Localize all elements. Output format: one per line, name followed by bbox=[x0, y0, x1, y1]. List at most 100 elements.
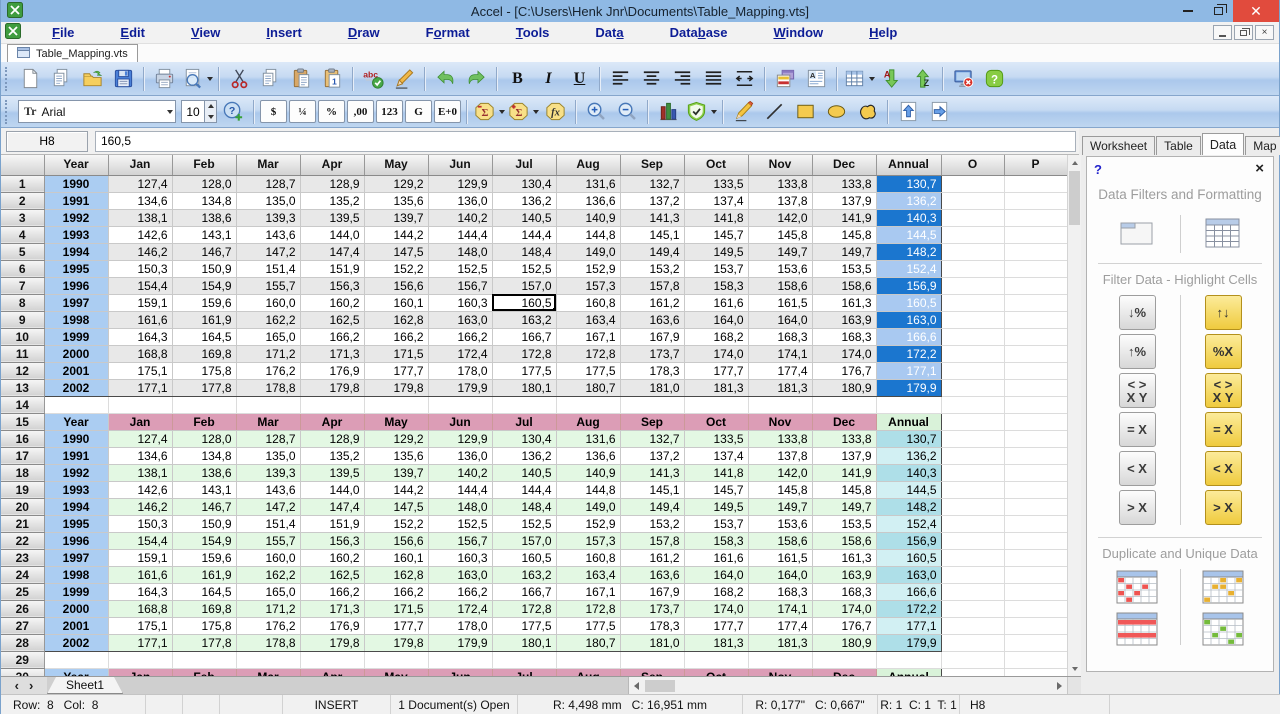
grid-cell[interactable]: 177,7 bbox=[684, 617, 748, 634]
highlight-percent-button[interactable]: %X bbox=[1205, 334, 1242, 369]
cell-format-button[interactable]: A bbox=[802, 65, 831, 92]
grid-cell[interactable]: 127,4 bbox=[108, 430, 172, 447]
grid-cell[interactable] bbox=[748, 651, 812, 668]
grid-cell[interactable]: 161,5 bbox=[748, 549, 812, 566]
grid-cell[interactable]: 180,7 bbox=[556, 634, 620, 651]
grid-cell[interactable]: 166,2 bbox=[428, 583, 492, 600]
grid-cell[interactable]: 174,0 bbox=[812, 345, 876, 362]
format-painter-button[interactable] bbox=[390, 65, 419, 92]
grid-cell[interactable]: 179,8 bbox=[300, 379, 364, 396]
grid-cell[interactable]: 153,2 bbox=[620, 260, 684, 277]
grid-cell[interactable] bbox=[1004, 549, 1067, 566]
print-button[interactable] bbox=[150, 65, 179, 92]
restore-button[interactable] bbox=[1203, 0, 1233, 22]
grid-cell[interactable]: 144,5 bbox=[876, 226, 941, 243]
grid-cell[interactable]: 144,2 bbox=[364, 481, 428, 498]
grid-cell[interactable]: 149,4 bbox=[620, 243, 684, 260]
grid-cell[interactable] bbox=[236, 651, 300, 668]
grid-cell[interactable]: 156,7 bbox=[428, 277, 492, 294]
panel-tab-table[interactable]: Table bbox=[1156, 136, 1201, 155]
grid-cell[interactable]: 168,3 bbox=[812, 583, 876, 600]
grid-cell[interactable]: 137,9 bbox=[812, 192, 876, 209]
grid-cell[interactable]: 143,6 bbox=[236, 226, 300, 243]
grid-cell[interactable]: 164,0 bbox=[748, 311, 812, 328]
grid-cell[interactable]: 150,3 bbox=[108, 515, 172, 532]
panel-tab-data[interactable]: Data bbox=[1202, 133, 1244, 155]
align-center-button[interactable] bbox=[637, 65, 666, 92]
horizontal-scrollbar[interactable] bbox=[628, 677, 1067, 694]
grid-cell[interactable]: 140,3 bbox=[876, 464, 941, 481]
column-header[interactable]: Aug bbox=[556, 155, 620, 175]
grid-cell[interactable]: 161,9 bbox=[172, 311, 236, 328]
grid-cell[interactable]: 167,9 bbox=[620, 583, 684, 600]
grid-cell[interactable]: 149,5 bbox=[684, 498, 748, 515]
grid-cell[interactable] bbox=[684, 651, 748, 668]
grid-cell[interactable]: 158,3 bbox=[684, 532, 748, 549]
grid-cell[interactable]: 158,3 bbox=[684, 277, 748, 294]
grid-cell[interactable]: 134,8 bbox=[172, 447, 236, 464]
grid-cell[interactable]: 144,4 bbox=[492, 481, 556, 498]
grid-cell[interactable]: 164,3 bbox=[108, 328, 172, 345]
grid-cell[interactable]: 177,4 bbox=[748, 362, 812, 379]
grid-cell[interactable]: 2002 bbox=[44, 634, 108, 651]
undo-button[interactable] bbox=[431, 65, 460, 92]
grid-cell[interactable]: 178,3 bbox=[620, 617, 684, 634]
grid-cell[interactable]: 137,4 bbox=[684, 447, 748, 464]
grid-cell[interactable]: 142,6 bbox=[108, 481, 172, 498]
grid-cell[interactable]: 181,3 bbox=[748, 634, 812, 651]
grid-cell[interactable]: 136,6 bbox=[556, 192, 620, 209]
grid-cell[interactable]: 142,0 bbox=[748, 209, 812, 226]
cell-name-box[interactable]: H8 bbox=[6, 131, 88, 152]
grid-cell[interactable]: 130,7 bbox=[876, 175, 941, 192]
paste-button[interactable] bbox=[287, 65, 316, 92]
panel-close-button[interactable]: × bbox=[1255, 160, 1264, 177]
grid-cell[interactable] bbox=[941, 175, 1004, 192]
grid-cell[interactable] bbox=[941, 379, 1004, 396]
grid-cell[interactable] bbox=[941, 566, 1004, 583]
grid-cell[interactable]: 1999 bbox=[44, 583, 108, 600]
grid-cell[interactable]: 154,9 bbox=[172, 532, 236, 549]
column-header[interactable]: May bbox=[364, 155, 428, 175]
grid-cell[interactable]: 168,2 bbox=[684, 583, 748, 600]
grid-cell[interactable] bbox=[941, 430, 1004, 447]
vertical-scrollbar[interactable] bbox=[1067, 155, 1081, 676]
grid-cell[interactable]: 163,2 bbox=[492, 566, 556, 583]
grid-cell[interactable]: 179,8 bbox=[364, 634, 428, 651]
grid-cell[interactable]: 168,8 bbox=[108, 600, 172, 617]
grid-cell[interactable]: 166,7 bbox=[492, 583, 556, 600]
grid-cell[interactable]: 133,8 bbox=[748, 175, 812, 192]
grid-cell[interactable]: 158,6 bbox=[812, 277, 876, 294]
grid-cell[interactable]: 1997 bbox=[44, 549, 108, 566]
grid-cell[interactable] bbox=[1004, 651, 1067, 668]
grid-cell[interactable]: 157,3 bbox=[556, 277, 620, 294]
grid-cell[interactable]: 174,0 bbox=[812, 600, 876, 617]
grid-cell[interactable]: 2002 bbox=[44, 379, 108, 396]
grid-cell[interactable]: 133,8 bbox=[812, 175, 876, 192]
grid-cell[interactable] bbox=[428, 396, 492, 413]
format-table-button[interactable] bbox=[1199, 215, 1247, 253]
grid-cell[interactable]: 144,4 bbox=[428, 226, 492, 243]
grid-cell[interactable]: 141,3 bbox=[620, 464, 684, 481]
toolbar-grip[interactable] bbox=[5, 67, 11, 91]
save-button[interactable] bbox=[109, 65, 138, 92]
highlight-between-button[interactable]: < > X Y bbox=[1205, 373, 1242, 408]
grid-cell[interactable]: 157,0 bbox=[492, 532, 556, 549]
grid-cell[interactable]: 135,2 bbox=[300, 447, 364, 464]
grid-cell[interactable] bbox=[941, 294, 1004, 311]
grid-cell[interactable]: 1999 bbox=[44, 328, 108, 345]
grid-cell[interactable] bbox=[1004, 396, 1067, 413]
grid-cell[interactable]: 145,1 bbox=[620, 481, 684, 498]
filter-between-button[interactable]: < > X Y bbox=[1119, 373, 1156, 408]
cut-button[interactable] bbox=[225, 65, 254, 92]
grid-cell[interactable]: 140,3 bbox=[876, 209, 941, 226]
grid-cell[interactable]: 163,0 bbox=[428, 311, 492, 328]
grid-cell[interactable]: 1994 bbox=[44, 498, 108, 515]
grid-cell[interactable]: 150,9 bbox=[172, 515, 236, 532]
grid-cell[interactable] bbox=[1004, 328, 1067, 345]
grid-cell[interactable]: 156,7 bbox=[428, 532, 492, 549]
minimize-button[interactable] bbox=[1173, 0, 1203, 22]
grid-cell[interactable]: 151,9 bbox=[300, 260, 364, 277]
grid-cell[interactable] bbox=[556, 396, 620, 413]
grid-cell[interactable]: 161,3 bbox=[812, 294, 876, 311]
grid-cell[interactable]: 141,3 bbox=[620, 209, 684, 226]
